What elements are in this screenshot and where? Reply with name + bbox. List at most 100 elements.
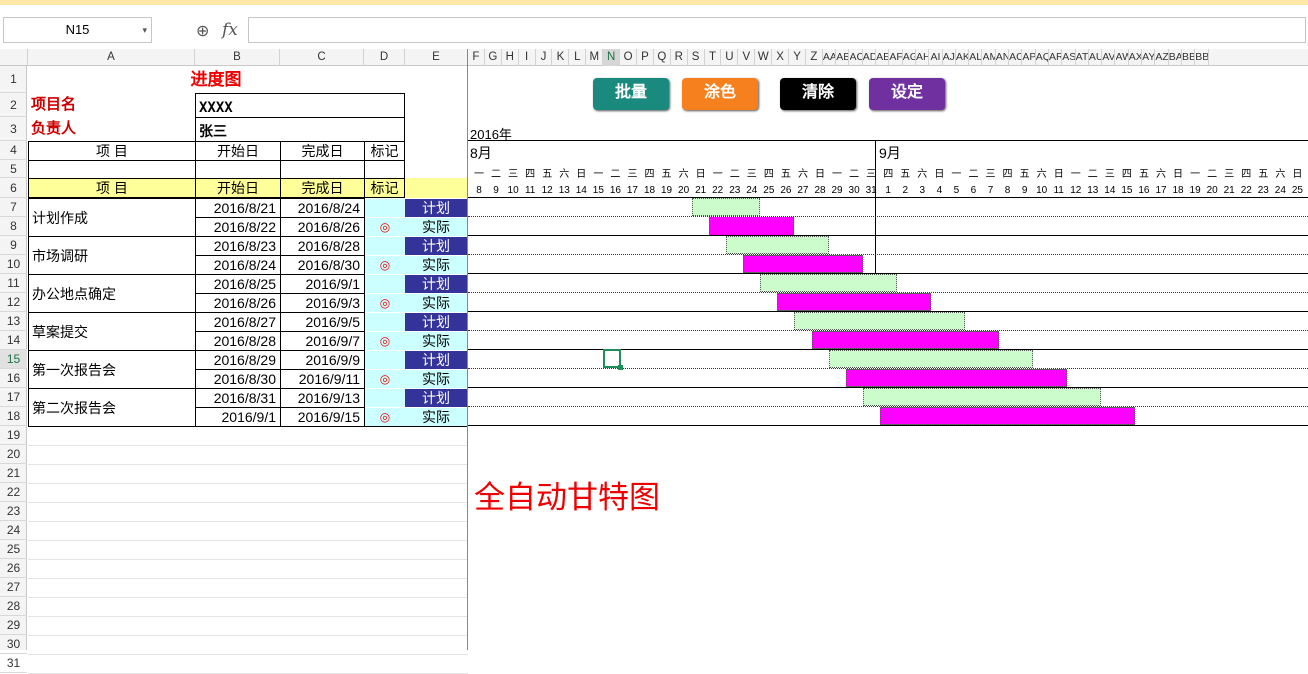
column-header-J[interactable]: J <box>536 49 553 66</box>
column-header-AZ[interactable]: AZ <box>1155 49 1169 66</box>
actual-start-date[interactable]: 2016/9/1 <box>195 407 281 427</box>
row-header-20[interactable]: 20 <box>0 445 27 464</box>
column-header-S[interactable]: S <box>688 49 705 66</box>
column-header-W[interactable]: W <box>755 49 773 66</box>
mark-symbol[interactable]: ◎ <box>364 218 405 236</box>
column-header-AG[interactable]: AG <box>903 49 916 66</box>
batch-button[interactable]: 批量 <box>593 78 669 110</box>
mark-symbol[interactable]: ◎ <box>364 408 405 426</box>
color-button[interactable]: 涂色 <box>682 78 758 110</box>
column-header-C[interactable]: C <box>280 49 364 66</box>
row-header-26[interactable]: 26 <box>0 559 27 578</box>
row-header-16[interactable]: 16 <box>0 369 27 388</box>
row-header-28[interactable]: 28 <box>0 597 27 616</box>
column-header-E[interactable]: E <box>405 49 468 66</box>
row-header-18[interactable]: 18 <box>0 407 27 426</box>
column-header-AE[interactable]: AE <box>876 49 890 66</box>
column-header-A[interactable]: A <box>28 49 195 66</box>
column-header-G[interactable]: G <box>485 49 502 66</box>
plan-end-date[interactable]: 2016/9/5 <box>280 312 365 332</box>
task-name[interactable]: 第一次报告会 <box>28 350 196 389</box>
column-header-AO[interactable]: AO <box>1009 49 1023 66</box>
chevron-down-icon[interactable]: ▾ <box>142 18 147 42</box>
row-header-5[interactable]: 5 <box>0 160 27 178</box>
row-header-1[interactable]: 1 <box>0 66 27 93</box>
plan-start-date[interactable]: 2016/8/23 <box>195 236 281 256</box>
plan-start-date[interactable]: 2016/8/29 <box>195 350 281 370</box>
column-header-BB[interactable]: BB <box>1195 49 1209 66</box>
mark-symbol[interactable]: ◎ <box>364 370 405 388</box>
column-header-L[interactable]: L <box>569 49 587 66</box>
row-header-13[interactable]: 13 <box>0 312 27 331</box>
function-icon[interactable]: fx <box>222 20 238 40</box>
task-name[interactable]: 市场调研 <box>28 236 196 275</box>
column-header-AI[interactable]: AI <box>929 49 943 66</box>
column-header-Y[interactable]: Y <box>789 49 806 66</box>
actual-end-date[interactable]: 2016/9/3 <box>280 293 365 313</box>
mark-symbol[interactable]: ◎ <box>364 332 405 350</box>
column-header-H[interactable]: H <box>502 49 519 66</box>
plan-end-date[interactable]: 2016/8/24 <box>280 198 365 218</box>
column-header-AL[interactable]: AL <box>969 49 983 66</box>
actual-start-date[interactable]: 2016/8/26 <box>195 293 281 313</box>
row-header-6[interactable]: 6 <box>0 178 27 198</box>
column-header-AJ[interactable]: AJ <box>943 49 956 66</box>
row-header-15[interactable]: 15 <box>0 350 27 369</box>
row-header-25[interactable]: 25 <box>0 540 27 559</box>
task-name[interactable]: 草案提交 <box>28 312 196 351</box>
column-header-AX[interactable]: AX <box>1129 49 1143 66</box>
row-header-22[interactable]: 22 <box>0 483 27 502</box>
actual-start-date[interactable]: 2016/8/24 <box>195 255 281 275</box>
plan-end-date[interactable]: 2016/9/9 <box>280 350 365 370</box>
column-header-AN[interactable]: AN <box>996 49 1010 66</box>
mark-cell-plan[interactable] <box>364 275 405 293</box>
row-header-9[interactable]: 9 <box>0 236 27 255</box>
column-header-AU[interactable]: AU <box>1089 49 1103 66</box>
row-header-23[interactable]: 23 <box>0 502 27 521</box>
column-header-AQ[interactable]: AQ <box>1036 49 1049 66</box>
column-header-V[interactable]: V <box>738 49 756 66</box>
actual-start-date[interactable]: 2016/8/22 <box>195 217 281 237</box>
select-all-corner[interactable] <box>0 49 28 66</box>
selected-cell[interactable] <box>603 349 623 370</box>
column-header-AB[interactable]: AB <box>836 49 850 66</box>
plan-start-date[interactable]: 2016/8/31 <box>195 388 281 408</box>
row-header-12[interactable]: 12 <box>0 293 27 312</box>
column-header-I[interactable]: I <box>519 49 536 66</box>
owner-value[interactable]: 张三 <box>195 118 405 141</box>
column-header-AY[interactable]: AY <box>1142 49 1156 66</box>
column-header-AK[interactable]: AK <box>956 49 970 66</box>
row-header-21[interactable]: 21 <box>0 464 27 483</box>
column-header-AP[interactable]: AP <box>1022 49 1036 66</box>
row-header-27[interactable]: 27 <box>0 578 27 597</box>
row-header-19[interactable]: 19 <box>0 426 27 445</box>
empty-row5-d[interactable] <box>364 160 405 179</box>
column-header-R[interactable]: R <box>671 49 688 66</box>
column-header-K[interactable]: K <box>553 49 570 66</box>
column-header-AT[interactable]: AT <box>1076 49 1089 66</box>
column-header-T[interactable]: T <box>705 49 722 66</box>
mark-cell-plan[interactable] <box>364 199 405 217</box>
name-box[interactable]: N15 ▾ <box>3 17 152 43</box>
actual-end-date[interactable]: 2016/8/30 <box>280 255 365 275</box>
task-name[interactable]: 办公地点确定 <box>28 274 196 313</box>
column-header-AS[interactable]: AS <box>1062 49 1076 66</box>
column-header-Q[interactable]: Q <box>654 49 671 66</box>
column-header-AV[interactable]: AV <box>1102 49 1116 66</box>
column-header-AC[interactable]: AC <box>850 49 863 66</box>
column-header-P[interactable]: P <box>637 49 654 66</box>
row-header-14[interactable]: 14 <box>0 331 27 350</box>
column-header-AF[interactable]: AF <box>889 49 903 66</box>
row-header-7[interactable]: 7 <box>0 198 27 217</box>
column-header-X[interactable]: X <box>772 49 790 66</box>
column-header-D[interactable]: D <box>364 49 405 66</box>
row-header-3[interactable]: 3 <box>0 117 27 141</box>
plan-end-date[interactable]: 2016/8/28 <box>280 236 365 256</box>
column-header-Z[interactable]: Z <box>806 49 823 66</box>
column-header-BB[interactable]: BB <box>1182 49 1196 66</box>
plan-start-date[interactable]: 2016/8/27 <box>195 312 281 332</box>
mark-symbol[interactable]: ◎ <box>364 294 405 312</box>
project-value[interactable]: XXXX <box>195 93 405 118</box>
actual-end-date[interactable]: 2016/8/26 <box>280 217 365 237</box>
row-header-24[interactable]: 24 <box>0 521 27 540</box>
